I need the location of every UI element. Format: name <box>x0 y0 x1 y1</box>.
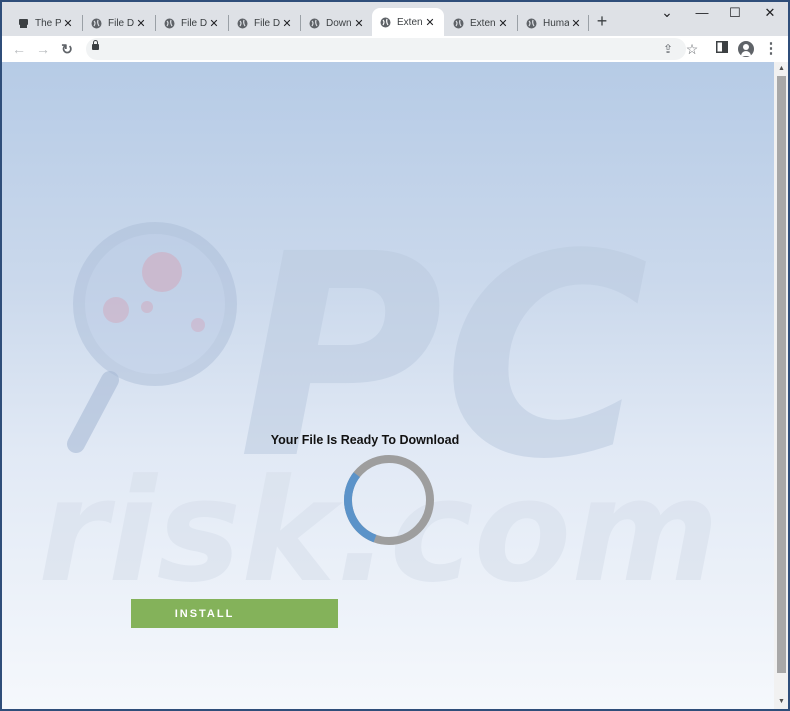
tab-8[interactable]: Huma ✕ <box>518 10 590 36</box>
tab-6-active[interactable]: Extens ✕ <box>372 8 444 36</box>
reload-button[interactable]: ↻ <box>58 40 76 58</box>
tab-4[interactable]: File Do ✕ <box>229 10 301 36</box>
vertical-scrollbar[interactable]: ▲ ▼ <box>774 62 788 709</box>
spinner-arc <box>344 455 434 545</box>
globe-icon <box>164 18 175 29</box>
address-bar[interactable] <box>86 38 686 60</box>
tab-title: File Do <box>108 17 134 29</box>
tab-close-icon[interactable]: ✕ <box>496 17 510 30</box>
tab-title: File Do <box>181 17 207 29</box>
globe-icon <box>309 18 320 29</box>
tab-close-icon[interactable]: ✕ <box>352 17 366 30</box>
loading-spinner <box>344 455 434 545</box>
tab-2[interactable]: File Do ✕ <box>83 10 155 36</box>
minimize-button[interactable]: — <box>692 5 712 20</box>
install-button[interactable]: INSTALL <box>131 599 338 628</box>
globe-icon <box>526 18 537 29</box>
tab-close-icon[interactable]: ✕ <box>134 17 148 30</box>
tab-close-icon[interactable]: ✕ <box>569 17 583 30</box>
scrollbar-thumb[interactable] <box>777 76 786 673</box>
window-close-button[interactable]: ✕ <box>760 5 780 21</box>
tab-title: Huma <box>543 17 569 29</box>
forward-button[interactable]: → <box>34 40 52 58</box>
tab-strip: The Pi ✕ File Do ✕ File Do ✕ File Do ✕ <box>2 2 788 36</box>
lock-icon[interactable] <box>92 40 99 50</box>
scroll-up-arrow-icon[interactable]: ▲ <box>777 65 786 72</box>
tab-title: Extens <box>397 16 423 28</box>
tab-close-icon[interactable]: ✕ <box>207 17 221 30</box>
watermark-logo: PC risk.com <box>38 195 719 614</box>
back-button[interactable]: ← <box>10 40 28 58</box>
tab-title: File Do <box>254 17 280 29</box>
tab-1[interactable]: The Pi ✕ <box>10 10 82 36</box>
scroll-down-arrow-icon[interactable]: ▼ <box>777 698 786 705</box>
browser-toolbar: ← → ↻ ⇪ ☆ ⋮ <box>2 36 788 62</box>
tab-close-icon[interactable]: ✕ <box>61 17 75 30</box>
document-icon <box>18 18 29 29</box>
page-content: PC risk.com Your File Is Ready To Downlo… <box>2 62 774 709</box>
tab-7[interactable]: Extens ✕ <box>445 10 517 36</box>
tab-search-chevron-icon[interactable]: ⌄ <box>657 4 677 21</box>
tab-title: Extens <box>470 17 496 29</box>
profile-avatar-icon[interactable] <box>738 41 754 57</box>
download-ready-heading: Your File Is Ready To Download <box>270 433 460 447</box>
tab-close-icon[interactable]: ✕ <box>423 16 437 29</box>
tab-close-icon[interactable]: ✕ <box>280 17 294 30</box>
side-panel-icon[interactable] <box>713 40 731 58</box>
globe-icon <box>453 18 464 29</box>
globe-icon <box>380 17 391 28</box>
tab-3[interactable]: File Do ✕ <box>156 10 228 36</box>
browser-menu-icon[interactable]: ⋮ <box>762 40 780 58</box>
maximize-button[interactable]: ☐ <box>725 5 745 21</box>
tab-divider <box>588 15 589 31</box>
globe-icon <box>91 18 102 29</box>
tab-title: Down <box>326 17 352 29</box>
tab-5[interactable]: Down ✕ <box>301 10 373 36</box>
tab-title: The Pi <box>35 17 61 29</box>
globe-icon <box>237 18 248 29</box>
browser-window: The Pi ✕ File Do ✕ File Do ✕ File Do ✕ <box>2 2 788 709</box>
new-tab-button[interactable]: + <box>593 11 611 31</box>
bookmark-star-icon[interactable]: ☆ <box>683 40 701 58</box>
share-icon[interactable]: ⇪ <box>659 40 677 58</box>
